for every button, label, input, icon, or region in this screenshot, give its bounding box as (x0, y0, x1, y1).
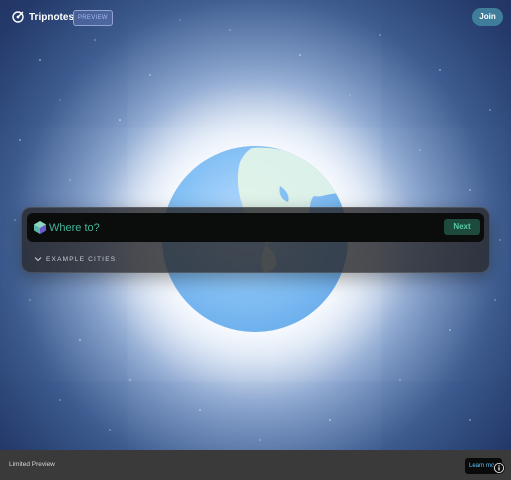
logo-text: Tripnotes (29, 11, 75, 23)
logo[interactable]: Tripnotes (11, 10, 74, 24)
top-bar: Tripnotes PREVIEW Join (0, 0, 511, 36)
info-icon[interactable] (493, 462, 505, 474)
compass-pin-icon (12, 11, 24, 23)
preview-badge: PREVIEW (73, 10, 113, 26)
next-button[interactable]: Next (444, 219, 480, 235)
cube-gem-icon (34, 221, 46, 234)
search-card: Next EXAMPLE CITIES (21, 207, 490, 273)
footer-bar: Limited Preview Learn more (0, 450, 511, 480)
destination-input[interactable] (49, 217, 429, 238)
example-cities-label: EXAMPLE CITIES (46, 255, 117, 263)
chevron-down-icon (34, 257, 42, 262)
limited-preview-text: Limited Preview (9, 461, 55, 468)
search-bar: Next (27, 213, 484, 242)
join-button[interactable]: Join (472, 8, 503, 26)
example-cities-toggle[interactable]: EXAMPLE CITIES (34, 255, 116, 263)
